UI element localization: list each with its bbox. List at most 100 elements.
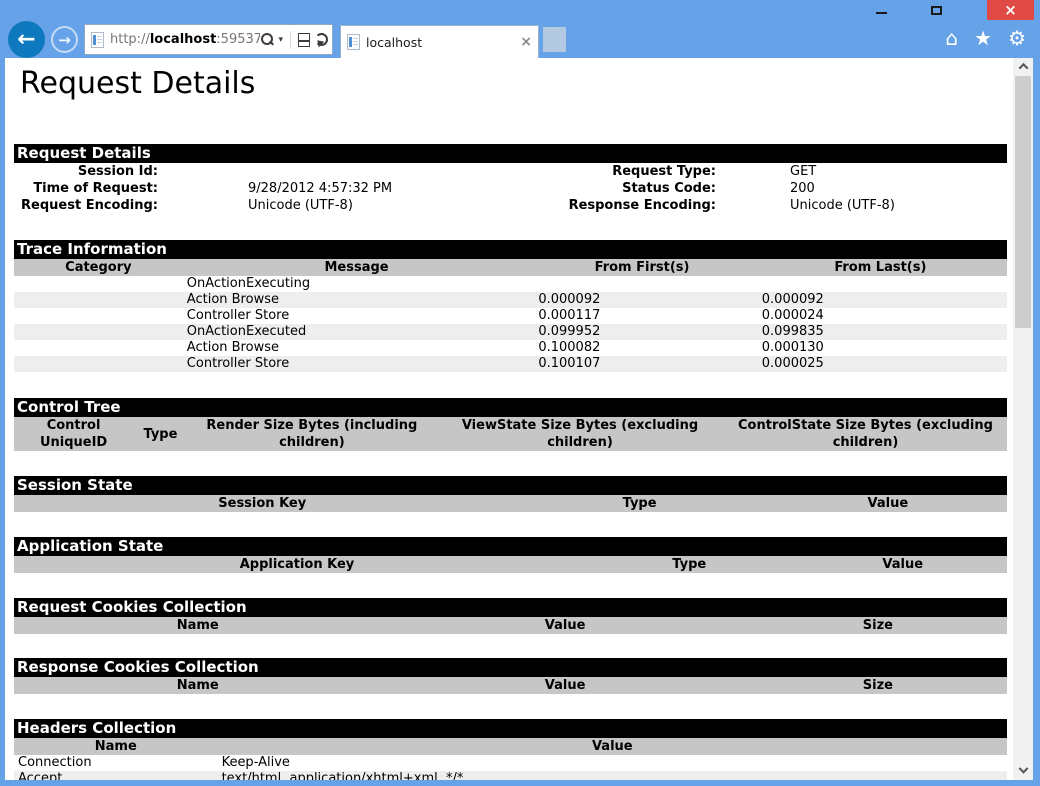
table-header-row: Name Value Size	[14, 617, 1007, 634]
cell-message: Action Browse	[183, 292, 531, 308]
column-header: Value	[381, 617, 748, 634]
table-row: Session Id: Request Type: GET	[14, 163, 1007, 180]
cell-from-first: 0.000092	[530, 292, 753, 308]
tab-title: localhost	[366, 35, 520, 50]
headers-table: Name Value Connection Keep-Alive Accept …	[14, 738, 1007, 780]
cell-header-value: Keep-Alive	[218, 755, 1007, 771]
field-value: Unicode (UTF-8)	[162, 197, 512, 214]
back-button[interactable]: ←	[8, 21, 45, 58]
cell-header-name: Accept	[14, 771, 218, 780]
url-rest: :59537/Trace.a	[216, 32, 260, 47]
column-header: Message	[183, 259, 531, 276]
cell-message: Controller Store	[183, 356, 531, 372]
cell-from-last	[754, 276, 1007, 292]
field-label: Time of Request:	[14, 180, 162, 197]
column-header: ViewState Size Bytes (excluding children…	[436, 417, 724, 451]
section-header: Headers Collection	[14, 719, 1007, 738]
table-row: Accept text/html, application/xhtml+xml,…	[14, 771, 1007, 780]
table-row: Time of Request: 9/28/2012 4:57:32 PM St…	[14, 180, 1007, 197]
section-header: Trace Information	[14, 240, 1007, 259]
table-row: Controller Store 0.100107 0.000025	[14, 356, 1007, 372]
tab-page-icon	[347, 34, 360, 50]
divider	[290, 31, 291, 49]
url-domain: localhost	[150, 32, 216, 47]
minimize-button[interactable]	[858, 0, 904, 20]
column-header: Value	[798, 556, 1007, 573]
table-row: Connection Keep-Alive	[14, 755, 1007, 771]
refresh-icon[interactable]	[315, 33, 328, 46]
field-label: Session Id:	[14, 163, 162, 180]
cell-from-last: 0.000130	[754, 340, 1007, 356]
cell-header-value: text/html, application/xhtml+xml, */*	[218, 771, 1007, 780]
home-icon[interactable]: ⌂	[945, 25, 958, 51]
section-header: Response Cookies Collection	[14, 658, 1007, 677]
table-header-row: Name Value	[14, 738, 1007, 755]
title-bar: ×	[0, 0, 1040, 20]
section-control-tree: Control Tree Control UniqueID Type Rende…	[14, 398, 1007, 451]
search-icon[interactable]	[260, 33, 273, 46]
cell-from-first	[530, 276, 753, 292]
maximize-button[interactable]	[913, 0, 959, 20]
section-request-cookies: Request Cookies Collection Name Value Si…	[14, 598, 1007, 634]
page-icon	[91, 32, 104, 48]
content-area: Request Details Request Details Session …	[5, 58, 1033, 780]
section-request-details: Request Details Session Id: Request Type…	[14, 144, 1007, 214]
browser-window: × ← → http://localhost:59537/Trace.a ▾ l…	[0, 0, 1040, 786]
cell-from-first: 0.100107	[530, 356, 753, 372]
url-text[interactable]: http://localhost:59537/Trace.a	[110, 32, 260, 47]
column-header: Type	[511, 495, 769, 512]
toolbar-icons: ⌂ ★ ⚙	[945, 25, 1026, 51]
vertical-scrollbar[interactable]	[1013, 58, 1033, 780]
cell-message: Controller Store	[183, 308, 531, 324]
scroll-down-button[interactable]	[1013, 763, 1033, 780]
column-header: Name	[14, 677, 381, 694]
chevron-down-icon	[1018, 764, 1028, 774]
tools-gear-icon[interactable]: ⚙	[1008, 25, 1026, 51]
control-tree-table: Control UniqueID Type Render Size Bytes …	[14, 417, 1007, 451]
field-label: Request Encoding:	[14, 197, 162, 214]
field-label: Request Type:	[512, 163, 720, 180]
cell-from-last: 0.000092	[754, 292, 1007, 308]
maximize-icon	[931, 6, 942, 15]
tab-close-icon[interactable]: ×	[520, 35, 532, 49]
table-header-row: Category Message From First(s) From Last…	[14, 259, 1007, 276]
section-trace-information: Trace Information Category Message From …	[14, 240, 1007, 372]
scrollbar-thumb[interactable]	[1015, 76, 1031, 328]
forward-button[interactable]: →	[51, 26, 78, 53]
chevron-down-icon[interactable]: ▾	[278, 35, 283, 45]
field-value: GET	[720, 163, 1007, 180]
close-button[interactable]: ×	[987, 0, 1034, 20]
cell-from-last: 0.000024	[754, 308, 1007, 324]
field-value	[162, 163, 512, 180]
section-header: Control Tree	[14, 398, 1007, 417]
section-header: Session State	[14, 476, 1007, 495]
column-header: ControlState Size Bytes (excluding child…	[724, 417, 1007, 451]
section-header: Request Details	[14, 144, 1007, 163]
chevron-up-icon	[1018, 63, 1028, 73]
column-header: Name	[14, 617, 381, 634]
cell-message: OnActionExecuting	[183, 276, 531, 292]
compatibility-view-icon[interactable]	[298, 33, 310, 47]
field-value: 200	[720, 180, 1007, 197]
scroll-up-button[interactable]	[1013, 58, 1033, 75]
section-headers-collection: Headers Collection Name Value Connection…	[14, 719, 1007, 780]
cell-category	[14, 340, 183, 356]
table-row: Request Encoding: Unicode (UTF-8) Respon…	[14, 197, 1007, 214]
cell-from-first: 0.100082	[530, 340, 753, 356]
field-value: 9/28/2012 4:57:32 PM	[162, 180, 512, 197]
forward-icon: →	[58, 31, 71, 49]
column-header: Category	[14, 259, 183, 276]
request-details-table: Session Id: Request Type: GET Time of Re…	[14, 163, 1007, 214]
favorites-star-icon[interactable]: ★	[974, 25, 992, 51]
table-header-row: Session Key Type Value	[14, 495, 1007, 512]
column-header: Control UniqueID	[14, 417, 133, 451]
application-state-table: Application Key Type Value	[14, 556, 1007, 573]
field-label: Status Code:	[512, 180, 720, 197]
new-tab-button[interactable]	[543, 27, 566, 52]
column-header: Render Size Bytes (including children)	[188, 417, 436, 451]
table-row: Action Browse 0.100082 0.000130	[14, 340, 1007, 356]
tab-localhost[interactable]: localhost ×	[340, 25, 539, 58]
table-row: OnActionExecuted 0.099952 0.099835	[14, 324, 1007, 340]
url-prefix: http://	[110, 32, 150, 47]
address-bar[interactable]: http://localhost:59537/Trace.a ▾	[84, 24, 333, 55]
